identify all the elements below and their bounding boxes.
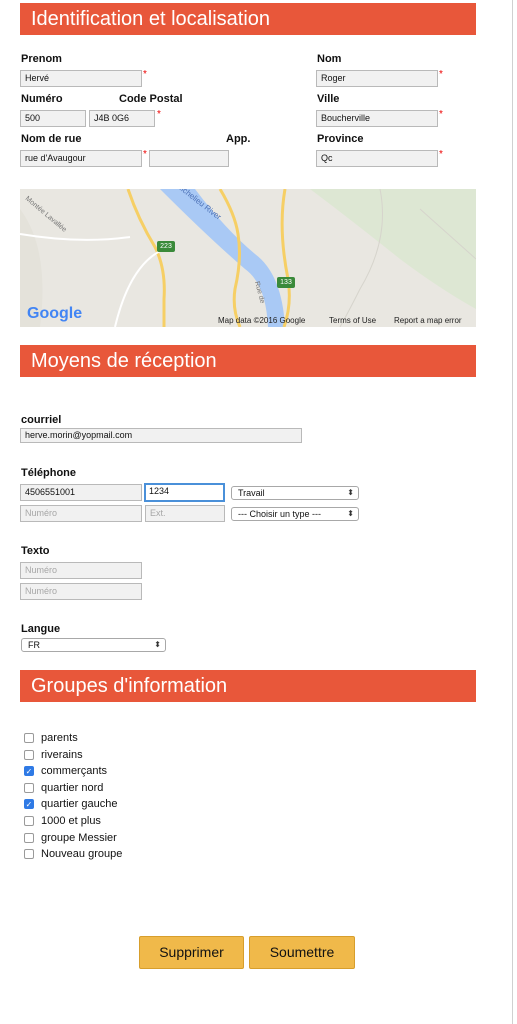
rue-input[interactable]: rue d'Avaugour	[20, 150, 142, 167]
telephone-type-select-2[interactable]: --- Choisir un type --- ⬍	[231, 507, 359, 521]
langue-select[interactable]: FR ⬍	[21, 638, 166, 652]
langue-value: FR	[28, 640, 40, 650]
nom-input[interactable]: Roger	[316, 70, 438, 87]
rue-label: Nom de rue	[21, 133, 82, 145]
app-label: App.	[226, 133, 251, 145]
section-header-groups: Groupes d'information	[20, 670, 476, 702]
map-report-link[interactable]: Report a map error	[394, 316, 462, 325]
group-checkbox-label: 1000 et plus	[41, 815, 101, 827]
courriel-input[interactable]: herve.morin@yopmail.com	[20, 428, 302, 443]
province-input[interactable]: Qc	[316, 150, 438, 167]
group-checkbox-label: commerçants	[41, 765, 108, 778]
required-mark: *	[439, 149, 443, 160]
telephone-ext-input-2[interactable]: Ext.	[145, 505, 225, 522]
telephone-type-value-2: --- Choisir un type ---	[238, 509, 322, 519]
required-mark: *	[157, 109, 161, 120]
numero-label: Numéro	[21, 93, 63, 105]
map-attribution: Map data ©2016 Google	[218, 316, 306, 325]
group-checkbox[interactable]	[24, 832, 34, 843]
required-mark: *	[439, 69, 443, 80]
group-checkbox[interactable]: ✓	[24, 766, 34, 777]
delete-button[interactable]: Supprimer	[139, 936, 244, 969]
group-checkbox[interactable]	[24, 749, 34, 760]
group-checkbox[interactable]: ✓	[24, 799, 34, 810]
group-checkbox[interactable]	[24, 733, 34, 743]
telephone-type-value: Travail	[238, 488, 265, 498]
ville-input[interactable]: Boucherville	[316, 110, 438, 127]
map-canvas	[20, 189, 476, 327]
numero-input[interactable]: 500	[20, 110, 86, 127]
langue-label: Langue	[21, 623, 61, 635]
texto-label: Texto	[21, 545, 50, 557]
group-checkbox-label: quartier gauche	[41, 798, 118, 811]
section-header-identification: Identification et localisation	[20, 3, 476, 35]
telephone-ext-input[interactable]: 1234	[144, 483, 225, 502]
code-postal-input[interactable]: J4B 0G6	[89, 110, 155, 127]
telephone-number-input[interactable]: 4506551001	[20, 484, 142, 501]
telephone-number-input-2[interactable]: Numéro	[20, 505, 142, 522]
telephone-label: Téléphone	[21, 467, 77, 479]
group-checkbox[interactable]	[24, 849, 34, 860]
group-checkbox[interactable]	[24, 816, 34, 826]
group-checkbox-label: riverains	[41, 748, 83, 761]
road-133-shield: 133	[277, 277, 295, 288]
group-checkbox-label: Nouveau groupe	[41, 848, 123, 861]
texto-input-1[interactable]: Numéro	[20, 562, 142, 579]
road-223-shield: 223	[157, 241, 175, 252]
nom-label: Nom	[317, 53, 342, 65]
group-checkbox-label: quartier nord	[41, 781, 104, 794]
required-mark: *	[143, 69, 147, 80]
prenom-input[interactable]: Hervé	[20, 70, 142, 87]
ville-label: Ville	[317, 93, 340, 105]
group-checkbox[interactable]	[24, 782, 34, 793]
section-header-reception: Moyens de réception	[20, 345, 476, 377]
texto-input-2[interactable]: Numéro	[20, 583, 142, 600]
select-arrows-icon: ⬍	[154, 640, 161, 649]
select-arrows-icon: ⬍	[347, 488, 354, 497]
map-terms-link[interactable]: Terms of Use	[329, 316, 376, 325]
prenom-label: Prenom	[21, 53, 62, 65]
map[interactable]: 223 133 Richelieu River Montée Lavallée …	[20, 189, 476, 327]
courriel-label: courriel	[21, 414, 62, 426]
telephone-type-select[interactable]: Travail ⬍	[231, 486, 359, 500]
group-checkbox-label: groupe Messier	[41, 831, 117, 844]
province-label: Province	[317, 133, 364, 145]
select-arrows-icon: ⬍	[347, 509, 354, 518]
required-mark: *	[143, 149, 147, 160]
code-postal-label: Code Postal	[119, 93, 183, 105]
group-checkbox-label: parents	[41, 732, 78, 744]
app-input[interactable]	[149, 150, 229, 167]
google-logo: Google	[27, 305, 83, 322]
page-edge	[512, 0, 513, 1024]
submit-button[interactable]: Soumettre	[249, 936, 355, 969]
required-mark: *	[439, 109, 443, 120]
